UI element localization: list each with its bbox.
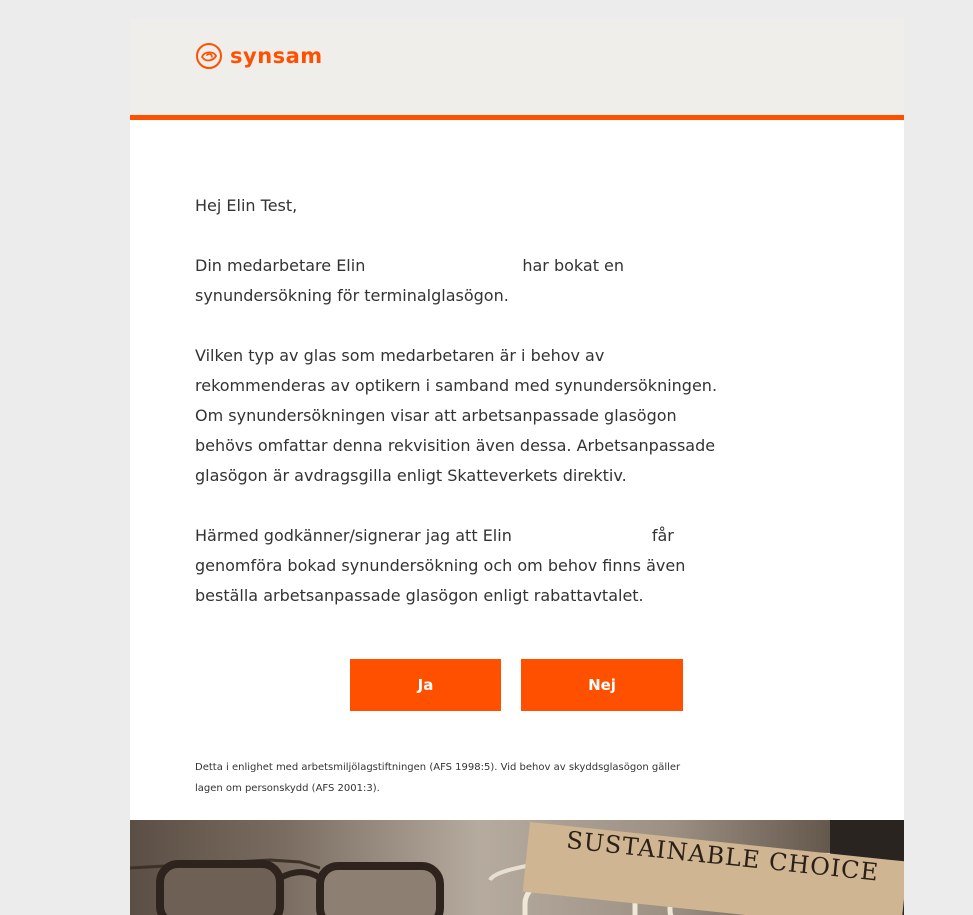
promo-banner-image: SUSTAINABLE CHOICE [130,820,904,915]
no-button[interactable]: Nej [521,659,683,711]
p2-line: rekommenderas av optikern i samband med … [195,376,718,395]
p3-text-b: får [651,526,674,545]
brand-logo[interactable]: synsam [195,42,323,70]
yes-button[interactable]: Ja [350,659,501,711]
p1-text-b: har bokat en [522,256,625,275]
brand-name: synsam [230,43,323,68]
p3-text-a: Härmed godkänner/signerar jag att Elin [195,526,512,545]
decision-buttons: Ja Nej [350,659,683,711]
legal-footnote: Detta i enlighet med arbetsmiljölagstift… [195,757,835,799]
p2-line: Vilken typ av glas som medarbetaren är i… [195,346,605,365]
paragraph-booking: Din medarbetare Elin har bokat en synunde… [195,251,845,311]
p1-text-a: Din medarbetare Elin [195,256,366,275]
p3-line: genomföra bokad synundersökning och om b… [195,556,686,575]
greeting: Hej Elin Test, [195,196,298,215]
paragraph-approval: Härmed godkänner/signerar jag att Elin få… [195,521,845,611]
email-card: synsam Hej Elin Test, Din medarbetare El… [130,19,904,915]
p2-line: behövs omfattar denna rekvisition även d… [195,436,716,455]
footnote-line: Detta i enlighet med arbetsmiljölagstift… [195,762,681,773]
synsam-eye-logo-icon [195,42,223,70]
paragraph-glass-type: Vilken typ av glas som medarbetaren är i… [195,341,845,491]
footnote-line: lagen om personskydd (AFS 2001:3). [195,783,380,794]
email-header: synsam [130,19,904,120]
p2-line: Om synundersökningen visar att arbetsanp… [195,406,677,425]
p1-text-c: synundersökning för terminalglasögon. [195,286,509,305]
p3-line: beställa arbetsanpassade glasögon enligt… [195,586,644,605]
p2-line: glasögon är avdragsgilla enligt Skatteve… [195,466,627,485]
